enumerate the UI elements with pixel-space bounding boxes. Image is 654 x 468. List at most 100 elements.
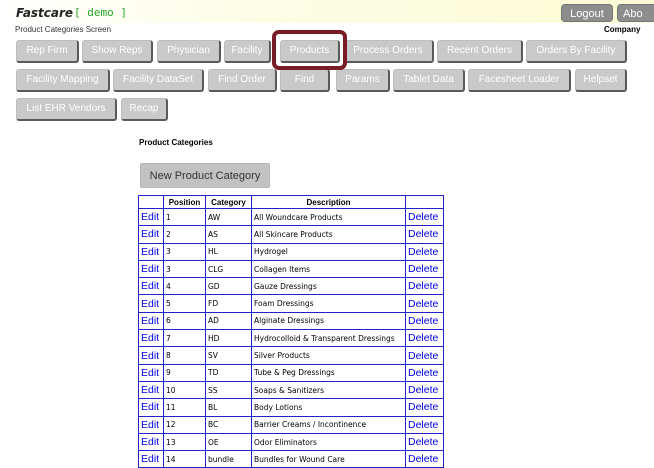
position-cell: 14	[163, 450, 206, 468]
nav-list-ehr-vendors-button[interactable]: List EHR Vendors	[16, 98, 117, 121]
delete-link[interactable]: Delete	[405, 346, 444, 365]
edit-link[interactable]: Edit	[138, 259, 164, 279]
description-cell: Alginate Dressings	[251, 311, 406, 331]
description-cell: Tube & Peg Dressings	[251, 363, 406, 382]
category-cell: TD	[205, 363, 252, 382]
category-cell: FD	[205, 294, 252, 313]
position-cell: 4	[163, 277, 206, 296]
environment-tag: [ demo ]	[74, 6, 127, 19]
category-cell: bundle	[205, 450, 252, 468]
nav-helpset-button[interactable]: Helpset	[575, 69, 627, 92]
category-cell: BC	[205, 415, 252, 434]
edit-link[interactable]: Edit	[138, 346, 164, 365]
table-row: Edit 1 AW All Woundcare Products Delete	[138, 207, 444, 227]
product-categories-table: Position Category Description Edit 1 AW All…	[138, 195, 444, 468]
edit-link[interactable]: Edit	[138, 311, 164, 331]
logout-button[interactable]: Logout	[561, 4, 613, 22]
position-cell: 11	[163, 398, 206, 417]
nav-params-button[interactable]: Params	[336, 69, 390, 92]
table-row: Edit 7 HD Hydrocolloid & Transparent Dressi…	[138, 329, 444, 348]
nav-facility-mapping-button[interactable]: Facility Mapping	[16, 69, 110, 92]
nav-facility-button[interactable]: Facility	[224, 40, 271, 63]
edit-link[interactable]: Edit	[138, 380, 164, 400]
position-cell: 9	[163, 363, 206, 382]
category-cell: SV	[205, 346, 252, 365]
delete-link[interactable]: Delete	[405, 225, 444, 244]
position-cell: 10	[163, 380, 206, 400]
delete-link[interactable]: Delete	[405, 398, 444, 417]
delete-link[interactable]: Delete	[405, 450, 444, 468]
description-cell: All Skincare Products	[251, 225, 406, 244]
nav-process-orders-button[interactable]: Process Orders	[343, 40, 434, 63]
description-cell: Hydrogel	[251, 242, 406, 261]
nav-tablet-data-button[interactable]: Tablet Data	[393, 69, 465, 92]
about-button[interactable]: Abo	[617, 4, 654, 22]
delete-link[interactable]: Delete	[405, 207, 444, 227]
category-cell: BL	[205, 398, 252, 417]
table-row: Edit 11 BL Body Lotions Delete	[138, 398, 444, 417]
category-cell: AD	[205, 311, 252, 331]
nav-show-reps-button[interactable]: Show Reps	[82, 40, 153, 63]
table-row: Edit 3 HL Hydrogel Delete	[138, 242, 444, 261]
position-cell: 8	[163, 346, 206, 365]
description-cell: Collagen Items	[251, 259, 406, 279]
screen-subtitle: Product Categories Screen	[15, 25, 112, 34]
edit-link[interactable]: Edit	[138, 277, 164, 296]
description-cell: Odor Eliminators	[251, 432, 406, 452]
category-cell: GD	[205, 277, 252, 296]
delete-link[interactable]: Delete	[405, 294, 444, 313]
edit-link[interactable]: Edit	[138, 294, 164, 313]
table-row: Edit 9 TD Tube & Peg Dressings Delete	[138, 363, 444, 382]
delete-link[interactable]: Delete	[405, 329, 444, 348]
delete-column-header	[405, 195, 444, 209]
delete-link[interactable]: Delete	[405, 363, 444, 382]
category-cell: HL	[205, 242, 252, 261]
nav-facesheet-loader-button[interactable]: Facesheet Loader	[468, 69, 571, 92]
nav-recap-button[interactable]: Recap	[121, 98, 168, 121]
category-cell: HD	[205, 329, 252, 348]
delete-link[interactable]: Delete	[405, 277, 444, 296]
position-cell: 3	[163, 242, 206, 261]
table-row: Edit 14 bundle Bundles for Wound Care Delete	[138, 450, 444, 468]
nav-find-button[interactable]: Find	[280, 69, 330, 92]
edit-link[interactable]: Edit	[138, 398, 164, 417]
nav-orders-by-facility-button[interactable]: Orders By Facility	[526, 40, 627, 63]
nav-physician-button[interactable]: Physician	[157, 40, 221, 63]
position-cell: 1	[163, 207, 206, 227]
section-title: Product Categories	[139, 138, 213, 147]
edit-link[interactable]: Edit	[138, 450, 164, 468]
nav-find-order-button[interactable]: Find Order	[208, 69, 277, 92]
edit-link[interactable]: Edit	[138, 225, 164, 244]
description-cell: Barrier Creams / Incontinence	[251, 415, 406, 434]
description-cell: Soaps & Sanitizers	[251, 380, 406, 400]
active-tab-highlight	[272, 30, 347, 70]
new-product-category-button[interactable]: New Product Category	[140, 163, 270, 188]
nav-rep-firm-button[interactable]: Rep Firm	[16, 40, 79, 63]
edit-link[interactable]: Edit	[138, 329, 164, 348]
table-row: Edit 4 GD Gauze Dressings Delete	[138, 277, 444, 296]
position-cell: 2	[163, 225, 206, 244]
edit-link[interactable]: Edit	[138, 363, 164, 382]
description-cell: Foam Dressings	[251, 294, 406, 313]
description-cell: Body Lotions	[251, 398, 406, 417]
delete-link[interactable]: Delete	[405, 415, 444, 434]
edit-link[interactable]: Edit	[138, 242, 164, 261]
table-row: Edit 6 AD Alginate Dressings Delete	[138, 311, 444, 331]
position-cell: 12	[163, 415, 206, 434]
delete-link[interactable]: Delete	[405, 242, 444, 261]
edit-link[interactable]: Edit	[138, 415, 164, 434]
edit-link[interactable]: Edit	[138, 432, 164, 452]
nav-facility-dataset-button[interactable]: Facility DataSet	[113, 69, 204, 92]
edit-column-header	[138, 195, 164, 209]
delete-link[interactable]: Delete	[405, 259, 444, 279]
edit-link[interactable]: Edit	[138, 207, 164, 227]
delete-link[interactable]: Delete	[405, 380, 444, 400]
nav-recent-orders-button[interactable]: Recent Orders	[437, 40, 523, 63]
description-cell: Hydrocolloid & Transparent Dressings	[251, 329, 406, 348]
position-column-header: Position	[163, 195, 206, 209]
delete-link[interactable]: Delete	[405, 311, 444, 331]
delete-link[interactable]: Delete	[405, 432, 444, 452]
table-header-row: Position Category Description	[138, 195, 444, 209]
company-label: Company	[604, 25, 641, 34]
table-body: Edit 1 AW All Woundcare Products Delete Edit 2…	[138, 207, 444, 468]
